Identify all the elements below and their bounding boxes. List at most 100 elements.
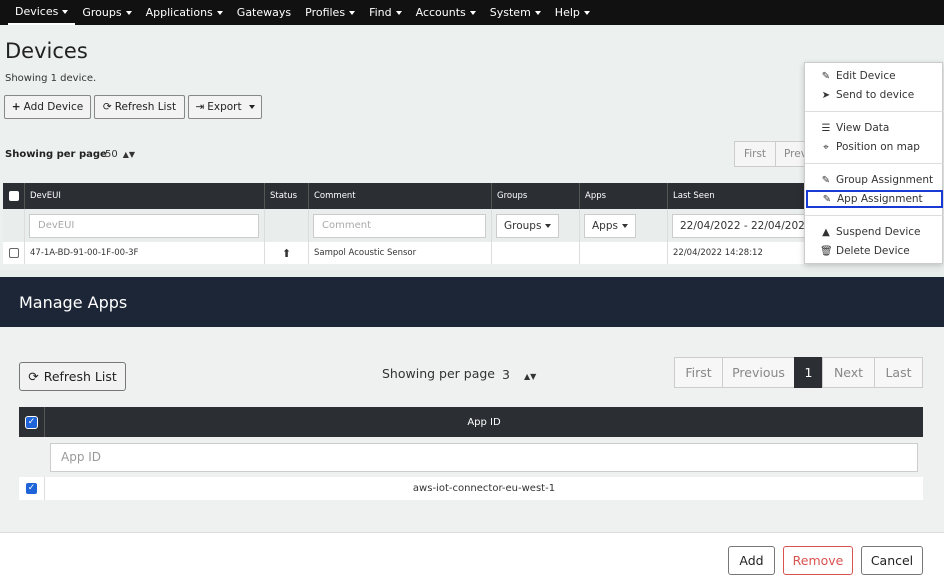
row-app-id: aws-iot-connector-eu-west-1 [412, 483, 556, 494]
checkbox-icon [9, 248, 19, 258]
per-page-value: 50 [105, 149, 118, 160]
edit-icon: ✎ [821, 70, 831, 82]
modal-header: Manage Apps [0, 277, 944, 327]
table-row[interactable]: 47-1A-BD-91-00-1F-00-3F ⬆ Sampol Acousti… [3, 242, 833, 264]
apps-filter-select[interactable]: Apps [584, 213, 636, 238]
button-label: Refresh List [114, 101, 177, 113]
modal-per-page-select[interactable]: 3 ▲▼ [502, 367, 536, 382]
warning-icon: ▲ [822, 226, 830, 238]
checkbox-icon [9, 191, 19, 201]
row-checkbox[interactable]: ✓ [19, 477, 45, 500]
pagination-next[interactable]: Next [822, 357, 875, 388]
menu-app-assignment[interactable]: ✎ App Assignment [806, 190, 943, 208]
app-id-filter-input[interactable]: App ID [50, 442, 918, 472]
edit-icon: ✎ [821, 174, 831, 186]
row-apps [580, 242, 668, 264]
pagination-last[interactable]: Last [874, 357, 923, 388]
select-all-checkbox[interactable] [3, 183, 25, 209]
chevron-down-icon [583, 10, 590, 15]
nav-label: Accounts [415, 6, 466, 19]
remove-button[interactable]: Remove [783, 546, 853, 575]
export-icon: ⇥ [195, 101, 205, 113]
nav-groups[interactable]: Groups [75, 0, 138, 25]
col-comment[interactable]: Comment [309, 183, 492, 209]
menu-divider [805, 111, 944, 112]
comment-filter-input[interactable]: Comment [313, 213, 486, 238]
pagination-first[interactable]: First [674, 357, 723, 388]
menu-label: Suspend Device [836, 226, 921, 238]
add-button[interactable]: Add [728, 546, 775, 575]
database-icon: ☰ [821, 122, 831, 134]
nav-applications[interactable]: Applications [139, 0, 230, 25]
select-all-checkbox[interactable]: ✓ [19, 407, 45, 437]
menu-label: Delete Device [836, 245, 910, 257]
filter-empty [3, 209, 25, 242]
menu-edit-device[interactable]: ✎ Edit Device [805, 67, 944, 85]
checkbox-checked-icon: ✓ [26, 483, 37, 494]
chevron-down-icon [395, 10, 402, 15]
chevron-down-icon [349, 10, 356, 15]
nav-find[interactable]: Find [362, 0, 409, 25]
chevron-down-icon [534, 10, 541, 15]
menu-divider [805, 163, 944, 164]
groups-filter-select[interactable]: Groups [496, 213, 560, 238]
filter-status-cell [265, 209, 309, 242]
device-count: Showing 1 device. [5, 73, 97, 84]
menu-position-on-map[interactable]: ⌖ Position on map [805, 138, 944, 156]
chevron-down-icon [545, 223, 552, 228]
devices-table: DevEUI Status Comment Groups Apps Last S… [3, 183, 833, 264]
row-checkbox[interactable] [3, 242, 25, 264]
filter-deveui-cell: DevEUI [25, 209, 265, 242]
nav-gateways[interactable]: Gateways [230, 0, 298, 25]
map-icon: ⌖ [823, 141, 829, 153]
menu-view-data[interactable]: ☰ View Data [805, 119, 944, 137]
menu-delete-device[interactable]: 🗑 Delete Device [805, 242, 944, 260]
chevron-down-icon [62, 9, 69, 14]
menu-label: View Data [836, 122, 890, 134]
pagination-previous[interactable]: Previous [722, 357, 795, 388]
col-apps[interactable]: Apps [580, 183, 668, 209]
refresh-list-button[interactable]: ⟳ Refresh List [94, 95, 185, 119]
table-header: DevEUI Status Comment Groups Apps Last S… [3, 183, 833, 209]
menu-group-assignment[interactable]: ✎ Group Assignment [805, 171, 944, 189]
menu-label: Position on map [836, 141, 920, 153]
nav-help[interactable]: Help [548, 0, 597, 25]
trash-icon: 🗑 [820, 245, 833, 257]
col-status[interactable]: Status [265, 183, 309, 209]
col-groups[interactable]: Groups [492, 183, 580, 209]
menu-send-to-device[interactable]: ➤ Send to device [805, 86, 944, 104]
modal-refresh-list-button[interactable]: ⟳ Refresh List [19, 362, 126, 391]
add-device-button[interactable]: + Add Device [4, 95, 91, 119]
col-deveui[interactable]: DevEUI [25, 183, 265, 209]
nav-accounts[interactable]: Accounts [409, 0, 483, 25]
per-page-select[interactable]: 50 ▲▼ [105, 149, 135, 160]
refresh-icon: ⟳ [102, 101, 112, 113]
cancel-button[interactable]: Cancel [861, 546, 923, 575]
nav-profiles[interactable]: Profiles [298, 0, 362, 25]
col-app-id[interactable]: App ID [45, 407, 923, 437]
nav-label: Applications [145, 6, 213, 19]
pagination-first[interactable]: First [734, 141, 776, 167]
chevron-down-icon [621, 223, 628, 228]
export-button[interactable]: ⇥ Export [188, 95, 262, 119]
chevron-down-icon [469, 10, 476, 15]
sort-icon: ▲▼ [523, 372, 537, 381]
filter-apps-cell: Apps [580, 209, 668, 242]
nav-label: Help [554, 6, 580, 19]
button-label: Add Device [23, 101, 84, 113]
select-label: Groups [504, 219, 542, 232]
apps-table: ✓ App ID App ID ✓ aws-iot-connector-eu-w… [19, 407, 923, 500]
table-row[interactable]: ✓ aws-iot-connector-eu-west-1 [19, 477, 923, 500]
sort-icon: ▲▼ [122, 150, 136, 159]
pagination-page-1[interactable]: 1 [794, 357, 823, 388]
nav-system[interactable]: System [483, 0, 548, 25]
filter-groups-cell: Groups [492, 209, 580, 242]
select-label: Apps [592, 219, 618, 232]
nav-devices[interactable]: Devices [8, 0, 76, 25]
filter-row: App ID [19, 437, 923, 477]
menu-label: Send to device [836, 89, 915, 101]
menu-suspend-device[interactable]: ▲ Suspend Device [805, 223, 944, 241]
modal-showing-per-page-label: Showing per page [382, 366, 495, 381]
deveui-filter-input[interactable]: DevEUI [29, 213, 259, 238]
plus-icon: + [11, 101, 21, 113]
